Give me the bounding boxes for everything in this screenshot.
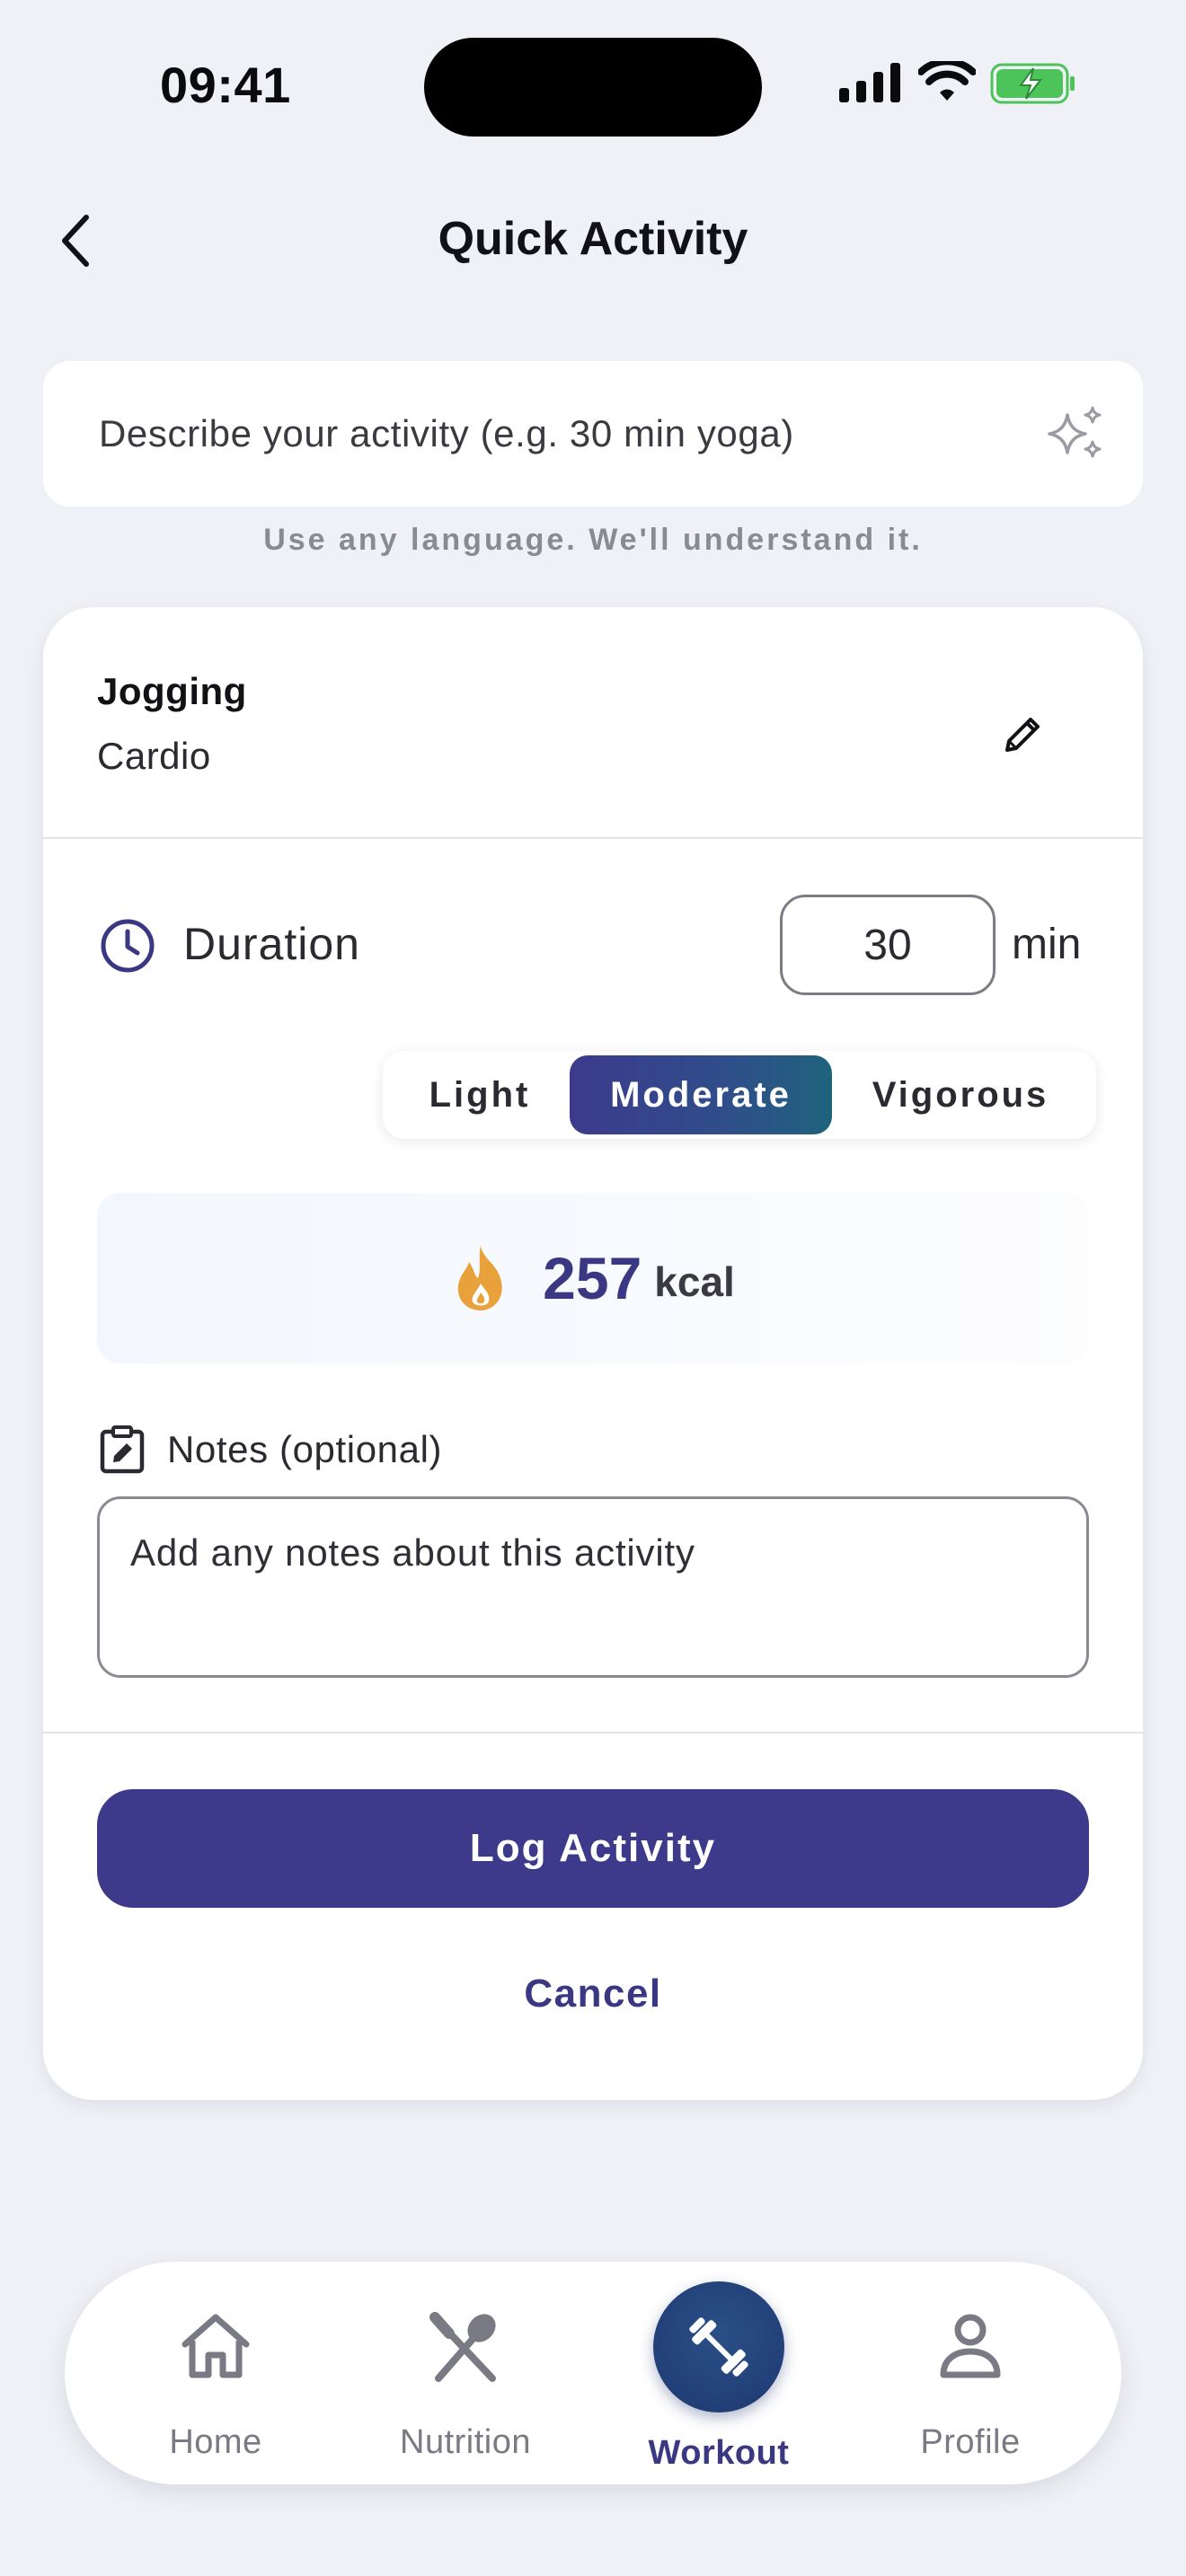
sparkle-icon[interactable] xyxy=(1046,406,1105,462)
activity-description-box xyxy=(43,361,1143,507)
workout-active-indicator xyxy=(653,2281,784,2413)
card-divider xyxy=(43,837,1143,839)
dumbbell-icon xyxy=(689,2317,748,2377)
activity-name: Jogging xyxy=(97,670,247,712)
nav-item-nutrition[interactable]: Nutrition xyxy=(367,2262,564,2484)
nav-label-nutrition: Nutrition xyxy=(400,2423,531,2461)
clock-icon xyxy=(101,919,155,973)
activity-card: Jogging Cardio Duration min Light Modera… xyxy=(43,607,1143,2100)
calories-value: 257 xyxy=(543,1245,642,1311)
activity-category: Cardio xyxy=(97,735,211,777)
nav-label-profile: Profile xyxy=(920,2423,1021,2461)
nav-item-workout[interactable]: Workout xyxy=(620,2262,818,2484)
flame-icon xyxy=(457,1246,502,1310)
calories-display: 257 kcal xyxy=(97,1193,1089,1363)
cancel-button[interactable]: Cancel xyxy=(456,1958,730,2030)
clipboard-edit-icon xyxy=(100,1425,145,1474)
intensity-selector: Light Moderate Vigorous xyxy=(383,1051,1096,1139)
intensity-light-option[interactable]: Light xyxy=(390,1055,570,1134)
nav-item-profile[interactable]: Profile xyxy=(872,2262,1069,2484)
status-time: 09:41 xyxy=(160,57,291,113)
fork-spoon-icon xyxy=(429,2312,496,2382)
nav-item-home[interactable]: Home xyxy=(117,2262,314,2484)
intensity-moderate-option[interactable]: Moderate xyxy=(570,1055,832,1134)
duration-unit: min xyxy=(1012,921,1082,968)
notes-label: Notes (optional) xyxy=(167,1428,443,1470)
intensity-vigorous-option[interactable]: Vigorous xyxy=(832,1055,1089,1134)
pencil-icon xyxy=(1005,718,1040,752)
edit-activity-button[interactable] xyxy=(992,702,1055,765)
person-icon xyxy=(940,2314,1001,2378)
duration-label: Duration xyxy=(183,919,360,969)
wifi-icon xyxy=(918,61,976,101)
description-hint: Use any language. We'll understand it. xyxy=(263,523,923,557)
battery-charging-icon xyxy=(990,63,1075,104)
activity-description-input[interactable] xyxy=(99,412,1087,455)
page-title: Quick Activity xyxy=(438,213,748,265)
bottom-navigation: Home Nutrition Workout Profile xyxy=(65,2262,1121,2484)
nav-label-home: Home xyxy=(169,2423,262,2461)
calories-unit: kcal xyxy=(654,1258,735,1305)
cellular-signal-icon xyxy=(839,63,900,102)
duration-input[interactable] xyxy=(780,895,996,995)
dynamic-island xyxy=(424,38,762,137)
home-icon xyxy=(181,2314,250,2378)
notes-textarea[interactable] xyxy=(97,1496,1089,1678)
log-activity-button[interactable]: Log Activity xyxy=(97,1789,1089,1908)
nav-label-workout: Workout xyxy=(648,2434,790,2472)
card-divider xyxy=(43,1732,1143,1734)
